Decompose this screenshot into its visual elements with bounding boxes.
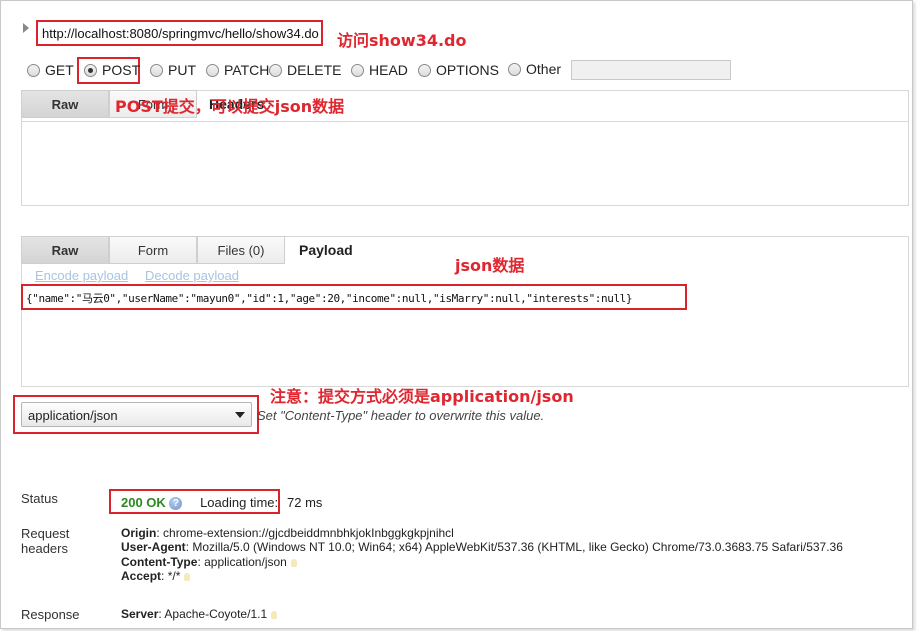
radio-icon[interactable]: [269, 63, 282, 77]
request-header-content-type: Content-Type: application/json: [121, 555, 297, 569]
annotation-json: json数据: [455, 256, 525, 275]
loading-time-value: 72 ms: [287, 495, 323, 510]
request-headers-label-2: headers: [21, 541, 68, 556]
header-key: Accept: [121, 569, 162, 583]
header-key: User-Agent: [121, 540, 186, 554]
method-label: POST: [102, 62, 141, 78]
radio-icon[interactable]: [418, 63, 431, 77]
method-label: GET: [45, 62, 74, 78]
rest-client-window: http://localhost:8080/springmvc/hello/sh…: [0, 0, 913, 629]
method-get[interactable]: GET: [27, 62, 74, 78]
radio-icon[interactable]: [508, 62, 521, 76]
annotation-visit: 访问show34.do: [337, 31, 467, 50]
content-type-select[interactable]: application/json: [21, 402, 252, 427]
tab-payload-raw[interactable]: Raw: [21, 236, 109, 264]
expand-triangle-icon[interactable]: [23, 23, 29, 33]
method-label: DELETE: [287, 62, 342, 78]
annotation-post: POST提交，可以提交json数据: [115, 97, 345, 116]
bulb-icon[interactable]: [290, 558, 297, 567]
loading-time-label: Loading time:: [200, 495, 279, 510]
decode-payload-link[interactable]: Decode payload: [145, 268, 239, 283]
headers-textarea[interactable]: [21, 121, 909, 206]
method-label: PUT: [168, 62, 196, 78]
request-headers-label-1: Request: [21, 526, 70, 541]
radio-icon[interactable]: [206, 63, 219, 77]
radio-icon[interactable]: [27, 63, 40, 77]
response-header-server: Server: Apache-Coyote/1.1: [121, 607, 278, 621]
tab-payload-form[interactable]: Form: [109, 236, 197, 264]
other-method-input[interactable]: [571, 60, 731, 80]
encode-payload-link[interactable]: Encode payload: [35, 268, 128, 283]
help-icon[interactable]: ?: [169, 497, 183, 511]
url-input[interactable]: http://localhost:8080/springmvc/hello/sh…: [36, 20, 323, 46]
request-header-origin: Origin: chrome-extension://gjcdbeiddmnbh…: [121, 526, 454, 540]
status-label: Status: [21, 491, 58, 506]
tab-payload-files[interactable]: Files (0): [197, 236, 285, 264]
request-header-user-agent: User-Agent: Mozilla/5.0 (Windows NT 10.0…: [121, 540, 843, 554]
response-headers-label: Response: [21, 607, 80, 622]
method-label: PATCH: [224, 62, 270, 78]
method-label: HEAD: [369, 62, 408, 78]
status-code: 200 OK: [121, 495, 166, 510]
payload-tabbar: Raw Form Files (0) Payload: [21, 236, 353, 264]
tab-payload-payload[interactable]: Payload: [299, 236, 353, 264]
method-patch[interactable]: PATCH: [206, 62, 269, 78]
content-type-hint: Set "Content-Type" header to overwrite t…: [257, 408, 545, 423]
header-key: Origin: [121, 526, 157, 540]
header-value: */*: [167, 569, 181, 583]
method-post[interactable]: POST: [84, 62, 140, 78]
bulb-icon[interactable]: [271, 610, 278, 619]
annotation-content-type: 注意：提交方式必须是application/json: [270, 387, 574, 406]
header-key: Content-Type: [121, 555, 198, 569]
method-other[interactable]: Other: [508, 61, 561, 77]
request-header-accept: Accept: */*: [121, 569, 191, 583]
bulb-icon[interactable]: [184, 572, 191, 581]
header-value: application/json: [204, 555, 287, 569]
radio-checked-icon[interactable]: [84, 63, 97, 77]
method-label: Other: [526, 61, 562, 77]
header-key: Server: [121, 607, 159, 621]
radio-icon[interactable]: [150, 63, 163, 77]
method-put[interactable]: PUT: [150, 62, 196, 78]
radio-icon[interactable]: [351, 63, 364, 77]
header-value: Apache-Coyote/1.1: [164, 607, 268, 621]
method-head[interactable]: HEAD: [351, 62, 408, 78]
method-delete[interactable]: DELETE: [269, 62, 341, 78]
method-options[interactable]: OPTIONS: [418, 62, 499, 78]
status-row: 200 OK ? Loading time:: [121, 495, 279, 511]
tab-headers-raw[interactable]: Raw: [21, 90, 109, 118]
content-type-value: application/json: [28, 408, 118, 423]
header-value: Mozilla/5.0 (Windows NT 10.0; Win64; x64…: [192, 540, 843, 554]
method-label: OPTIONS: [436, 62, 500, 78]
payload-textarea[interactable]: {"name":"马云0","userName":"mayun0","id":1…: [21, 284, 687, 310]
header-value: chrome-extension://gjcdbeiddmnbhkjokInbg…: [163, 526, 454, 540]
dropdown-arrow-icon: [235, 412, 245, 418]
